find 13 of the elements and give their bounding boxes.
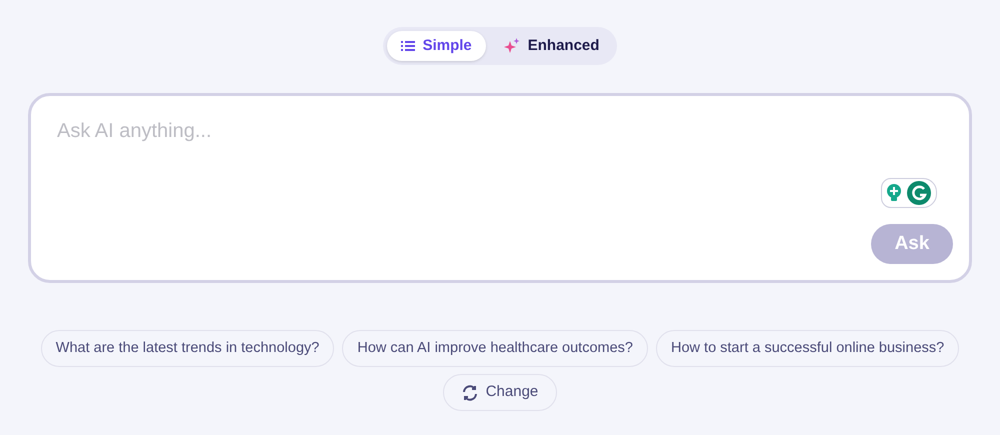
- list-icon: [400, 40, 415, 52]
- suggestion-chip[interactable]: How to start a successful online business?: [656, 330, 960, 367]
- suggestion-chip[interactable]: How can AI improve healthcare outcomes?: [342, 330, 648, 367]
- mode-tab[interactable]: Enhanced: [490, 31, 614, 61]
- lightbulb-icon: [886, 183, 902, 203]
- change-button[interactable]: Change: [442, 374, 558, 411]
- input-field[interactable]: Ask AI anything...: [57, 116, 857, 146]
- grammarly-icon: [906, 180, 932, 206]
- mode-tab[interactable]: Simple: [386, 31, 486, 61]
- sparkle-icon: [504, 38, 520, 54]
- suggestion-chip[interactable]: What are the latest trends in technology?: [40, 330, 334, 367]
- refresh-icon: [462, 384, 478, 400]
- grammar-widget[interactable]: [881, 178, 937, 208]
